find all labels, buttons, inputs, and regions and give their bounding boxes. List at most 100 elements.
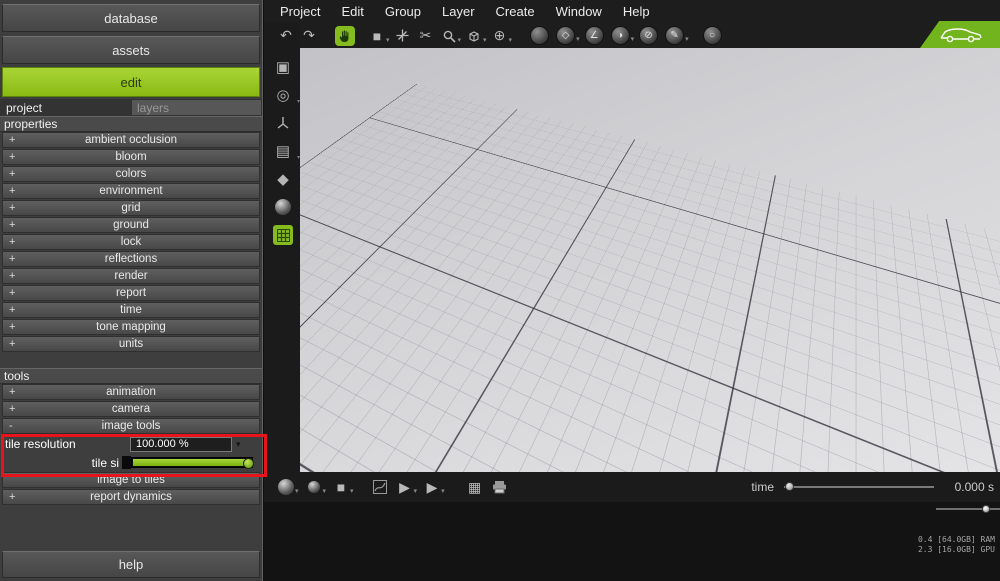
preview-sphere-icon[interactable]: [304, 477, 324, 497]
measure-angle-icon[interactable]: ∠: [584, 26, 604, 45]
expand-icon[interactable]: +: [9, 236, 15, 248]
render-ball-group[interactable]: ▾: [276, 477, 299, 497]
chevron-down-icon[interactable]: ▾: [483, 36, 487, 46]
viewport-3d[interactable]: [300, 48, 1000, 472]
pen-icon[interactable]: ✎: [665, 26, 685, 45]
expand-icon[interactable]: +: [9, 321, 15, 333]
zoom-scrubber[interactable]: [936, 505, 1000, 513]
property-item-bloom[interactable]: + bloom: [2, 149, 260, 165]
cube-icon[interactable]: [464, 26, 484, 46]
property-item-lock[interactable]: + lock: [2, 234, 260, 250]
tag-icon[interactable]: ◆: [273, 169, 293, 189]
options-circle-icon[interactable]: ○: [702, 26, 722, 45]
pan-target-icon[interactable]: ⊕: [490, 26, 510, 46]
annotate-group[interactable]: ✎ ▾: [663, 26, 689, 45]
tool-item-image-to-tiles[interactable]: image to tiles: [2, 472, 260, 488]
render-sphere-icon[interactable]: [276, 477, 296, 497]
expand-icon[interactable]: +: [9, 202, 15, 214]
property-item-ground[interactable]: + ground: [2, 217, 260, 233]
menu-create[interactable]: Create: [496, 4, 535, 19]
tool-item-image-tools[interactable]: - image tools: [2, 418, 260, 434]
property-item-ambient-occlusion[interactable]: + ambient occlusion: [2, 132, 260, 148]
contact-sheet-icon[interactable]: ▦: [465, 477, 485, 497]
play-render-icon[interactable]: ▶: [422, 477, 442, 497]
tab-project[interactable]: project: [0, 99, 131, 116]
menu-project[interactable]: Project: [280, 4, 320, 19]
property-item-grid[interactable]: + grid: [2, 200, 260, 216]
region-square-icon[interactable]: ■: [331, 477, 351, 497]
tile-resolution-dropdown-icon[interactable]: ▾: [236, 439, 241, 450]
property-item-units[interactable]: + units: [2, 336, 260, 352]
property-item-time[interactable]: + time: [2, 302, 260, 318]
assets-button[interactable]: assets: [2, 36, 260, 64]
menu-window[interactable]: Window: [556, 4, 602, 19]
pan-hand-tool-icon[interactable]: [335, 25, 355, 46]
expand-icon[interactable]: +: [9, 304, 15, 316]
chevron-down-icon[interactable]: ▾: [458, 36, 462, 46]
chevron-down-icon[interactable]: ▾: [295, 487, 299, 497]
region-group[interactable]: ■ ▾: [331, 477, 354, 497]
property-item-tone-mapping[interactable]: + tone mapping: [2, 319, 260, 335]
cut-tool-icon[interactable]: ✂: [416, 26, 436, 46]
chevron-down-icon[interactable]: ▾: [386, 36, 390, 46]
material-ball-icon[interactable]: [530, 26, 550, 45]
property-item-render[interactable]: + render: [2, 268, 260, 284]
menu-edit[interactable]: Edit: [341, 4, 363, 19]
magnifier-icon[interactable]: [439, 26, 459, 46]
expand-icon[interactable]: +: [9, 338, 15, 350]
expand-icon[interactable]: +: [9, 168, 15, 180]
play-icon[interactable]: ▶: [395, 477, 415, 497]
grid-tool-icon[interactable]: [273, 225, 293, 245]
time-slider-knob[interactable]: [785, 482, 794, 491]
play-group[interactable]: ▶ ▾: [395, 477, 418, 497]
expand-icon[interactable]: +: [9, 403, 15, 415]
expand-icon[interactable]: +: [9, 386, 15, 398]
expand-icon[interactable]: +: [9, 287, 15, 299]
preview-ball-group[interactable]: ▾: [304, 477, 327, 497]
tile-resolution-value-field[interactable]: 100.000 %: [130, 436, 232, 452]
tools-header[interactable]: tools: [0, 368, 262, 384]
expand-icon[interactable]: +: [9, 134, 15, 146]
tool-item-camera[interactable]: + camera: [2, 401, 260, 417]
undo-icon[interactable]: ↶: [276, 26, 296, 46]
tile-size-slider[interactable]: [131, 457, 254, 469]
target-icon[interactable]: ◎ ▾: [273, 85, 300, 105]
expand-icon[interactable]: +: [9, 253, 15, 265]
menu-help[interactable]: Help: [623, 4, 650, 19]
rotate-group[interactable]: ◑ ▾: [609, 26, 634, 45]
geometry-group[interactable]: ◇ ▾: [554, 26, 580, 45]
property-item-environment[interactable]: + environment: [2, 183, 260, 199]
expand-icon[interactable]: +: [9, 151, 15, 163]
chevron-down-icon[interactable]: ▾: [414, 487, 418, 497]
database-button[interactable]: database: [2, 4, 260, 32]
scene-icon[interactable]: ▤ ▾: [273, 141, 300, 161]
chevron-down-icon[interactable]: ▾: [323, 487, 327, 497]
chevron-down-icon[interactable]: ▾: [685, 35, 689, 45]
screen-export-icon[interactable]: ▣: [273, 57, 293, 77]
material-sphere-icon[interactable]: [273, 197, 293, 217]
property-item-report[interactable]: + report: [2, 285, 260, 301]
rotate-icon[interactable]: ◑: [610, 26, 630, 45]
geometry-icon[interactable]: ◇: [556, 26, 576, 45]
menu-layer[interactable]: Layer: [442, 4, 475, 19]
curve-graph-icon[interactable]: [370, 477, 390, 497]
chevron-down-icon[interactable]: ▾: [576, 35, 580, 45]
zoom-tool-group[interactable]: ▾: [439, 26, 462, 46]
expand-icon[interactable]: +: [9, 185, 15, 197]
disable-icon[interactable]: ⊘: [639, 26, 659, 45]
tile-size-slider-knob[interactable]: [243, 458, 254, 469]
redo-icon[interactable]: ↷: [299, 26, 319, 46]
property-item-colors[interactable]: + colors: [2, 166, 260, 182]
tool-item-animation[interactable]: + animation: [2, 384, 260, 400]
tool-item-report-dynamics[interactable]: + report dynamics: [2, 489, 260, 505]
chevron-down-icon[interactable]: ▾: [350, 487, 354, 497]
chevron-down-icon[interactable]: ▾: [441, 487, 445, 497]
help-button[interactable]: help: [2, 551, 260, 578]
play-render-group[interactable]: ▶ ▾: [422, 477, 445, 497]
edit-button[interactable]: edit: [2, 67, 260, 97]
pan-target-group[interactable]: ⊕ ▾: [490, 26, 512, 46]
expand-icon[interactable]: +: [9, 491, 15, 503]
cube-tool-group[interactable]: ▾: [464, 26, 487, 46]
expand-icon[interactable]: +: [9, 270, 15, 282]
select-tool-icon[interactable]: ■: [367, 26, 387, 46]
